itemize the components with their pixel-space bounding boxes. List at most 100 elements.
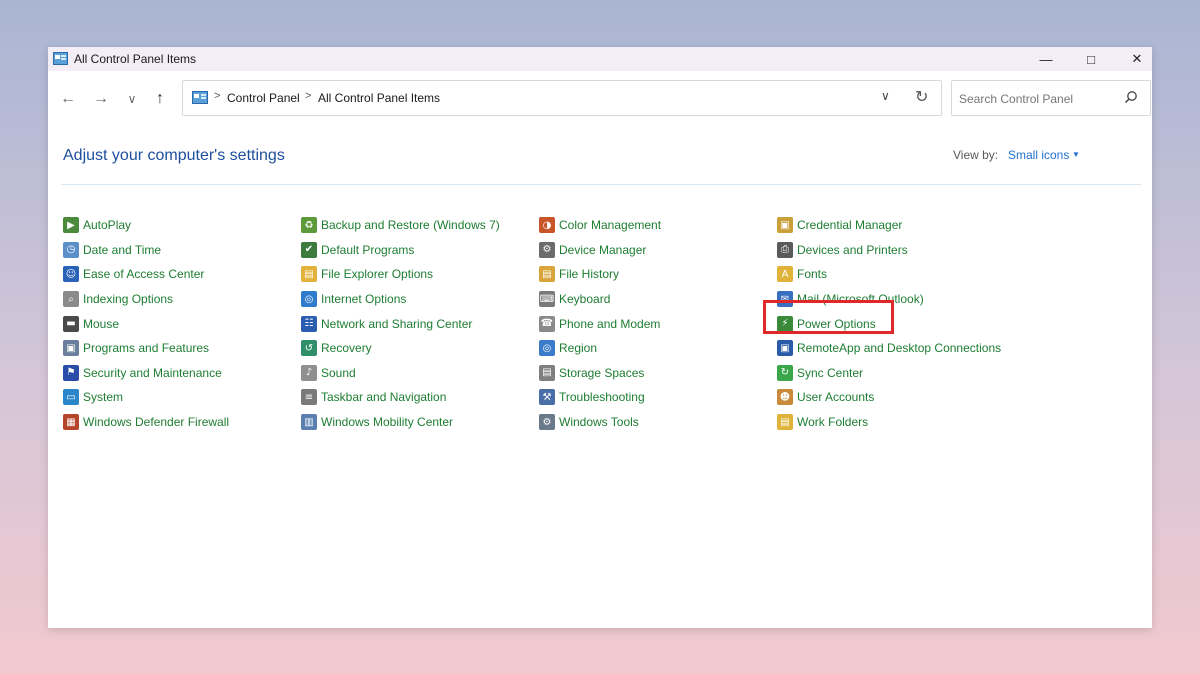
item-label[interactable]: Mouse xyxy=(83,317,119,331)
address-bar[interactable]: > Control Panel > All Control Panel Item… xyxy=(182,80,942,116)
item-windows-mobility-center[interactable]: ▥ Windows Mobility Center xyxy=(301,410,500,435)
item-autoplay[interactable]: ▶ AutoPlay xyxy=(63,213,229,238)
item-label[interactable]: Date and Time xyxy=(83,243,161,257)
item-label[interactable]: RemoteApp and Desktop Connections xyxy=(797,341,1001,355)
maximize-button[interactable]: □ xyxy=(1068,47,1114,71)
item-system[interactable]: ▭ System xyxy=(63,385,229,410)
item-sound[interactable]: ♪ Sound xyxy=(301,361,500,386)
item-label[interactable]: Default Programs xyxy=(321,243,414,257)
item-label[interactable]: Devices and Printers xyxy=(797,243,908,257)
item-taskbar-and-navigation[interactable]: ≡ Taskbar and Navigation xyxy=(301,385,500,410)
item-ease-of-access-center[interactable]: ☺ Ease of Access Center xyxy=(63,262,229,287)
recent-locations-button[interactable]: ∨ xyxy=(120,87,144,111)
item-recovery[interactable]: ↺ Recovery xyxy=(301,336,500,361)
item-label[interactable]: Windows Tools xyxy=(559,415,639,429)
item-label[interactable]: AutoPlay xyxy=(83,218,131,232)
item-label[interactable]: Credential Manager xyxy=(797,218,902,232)
item-label[interactable]: Sound xyxy=(321,366,356,380)
autoplay-icon: ▶ xyxy=(63,217,79,234)
fonts-icon: A xyxy=(777,266,793,283)
item-file-explorer-options[interactable]: ▤ File Explorer Options xyxy=(301,262,500,287)
item-label[interactable]: Sync Center xyxy=(797,366,863,380)
search-icon[interactable] xyxy=(1124,90,1138,104)
device-manager-icon: ⚙ xyxy=(539,241,555,258)
up-button[interactable]: ↑ xyxy=(148,87,172,111)
breadcrumb-all-items[interactable]: All Control Panel Items xyxy=(318,91,440,105)
control-panel-icon xyxy=(53,52,68,65)
item-default-programs[interactable]: ✔ Default Programs xyxy=(301,238,500,263)
item-label[interactable]: Region xyxy=(559,341,597,355)
item-remoteapp-and-desktop-connections[interactable]: ▣ RemoteApp and Desktop Connections xyxy=(777,336,1001,361)
item-label[interactable]: Recovery xyxy=(321,341,372,355)
item-label[interactable]: Phone and Modem xyxy=(559,317,660,331)
caret-down-icon[interactable]: ▼ xyxy=(1072,150,1080,159)
item-troubleshooting[interactable]: ⚒ Troubleshooting xyxy=(539,385,661,410)
item-security-and-maintenance[interactable]: ⚑ Security and Maintenance xyxy=(63,361,229,386)
item-date-and-time[interactable]: ◷ Date and Time xyxy=(63,238,229,263)
default-programs-icon: ✔ xyxy=(301,241,317,258)
item-user-accounts[interactable]: ☻ User Accounts xyxy=(777,385,1001,410)
item-file-history[interactable]: ▤ File History xyxy=(539,262,661,287)
item-keyboard[interactable]: ⌨ Keyboard xyxy=(539,287,661,312)
close-icon: ✕ xyxy=(1131,51,1143,66)
item-label[interactable]: Keyboard xyxy=(559,292,610,306)
item-network-and-sharing-center[interactable]: ☷ Network and Sharing Center xyxy=(301,311,500,336)
forward-button[interactable]: → xyxy=(89,87,113,111)
item-label[interactable]: Color Management xyxy=(559,218,661,232)
folder-icon: ▤ xyxy=(301,266,317,283)
item-backup-and-restore-windows-7[interactable]: ♻ Backup and Restore (Windows 7) xyxy=(301,213,500,238)
item-label[interactable]: Troubleshooting xyxy=(559,390,645,404)
item-label[interactable]: Internet Options xyxy=(321,292,406,306)
item-label[interactable]: Programs and Features xyxy=(83,341,209,355)
close-button[interactable]: ✕ xyxy=(1114,47,1160,71)
item-label[interactable]: Storage Spaces xyxy=(559,366,644,380)
item-color-management[interactable]: ◑ Color Management xyxy=(539,213,661,238)
item-label[interactable]: User Accounts xyxy=(797,390,874,404)
item-label[interactable]: System xyxy=(83,390,123,404)
item-internet-options[interactable]: ◎ Internet Options xyxy=(301,287,500,312)
item-label[interactable]: File History xyxy=(559,267,619,281)
item-label[interactable]: Fonts xyxy=(797,267,827,281)
search-box[interactable]: Search Control Panel xyxy=(951,80,1151,116)
item-mouse[interactable]: ▬ Mouse xyxy=(63,311,229,336)
item-storage-spaces[interactable]: ▤ Storage Spaces xyxy=(539,361,661,386)
view-by-dropdown[interactable]: Small icons xyxy=(1008,148,1069,162)
user-accounts-icon: ☻ xyxy=(777,389,793,406)
item-label[interactable]: Work Folders xyxy=(797,415,868,429)
control-panel-icon xyxy=(192,91,208,104)
refresh-icon[interactable]: ↻ xyxy=(915,87,928,107)
breadcrumb-control-panel[interactable]: Control Panel xyxy=(227,91,300,105)
view-by-label: View by: xyxy=(953,148,999,162)
minimize-button[interactable]: — xyxy=(1023,47,1069,71)
chevron-down-icon: ∨ xyxy=(127,92,137,106)
item-label[interactable]: Ease of Access Center xyxy=(83,267,204,281)
title-bar: All Control Panel Items — □ ✕ xyxy=(48,47,1152,71)
item-work-folders[interactable]: ▤ Work Folders xyxy=(777,410,1001,435)
item-label[interactable]: Indexing Options xyxy=(83,292,173,306)
monitor-icon: ▭ xyxy=(63,389,79,406)
item-label[interactable]: Device Manager xyxy=(559,243,646,257)
item-credential-manager[interactable]: ▣ Credential Manager xyxy=(777,213,1001,238)
item-windows-tools[interactable]: ⚙ Windows Tools xyxy=(539,410,661,435)
item-label[interactable]: Security and Maintenance xyxy=(83,366,222,380)
ease-of-access-icon: ☺ xyxy=(63,266,79,283)
item-label[interactable]: Windows Defender Firewall xyxy=(83,415,229,429)
item-label[interactable]: Network and Sharing Center xyxy=(321,317,472,331)
address-dropdown-icon[interactable]: ∨ xyxy=(881,89,890,103)
item-region[interactable]: ◎ Region xyxy=(539,336,661,361)
item-device-manager[interactable]: ⚙ Device Manager xyxy=(539,238,661,263)
item-label[interactable]: Taskbar and Navigation xyxy=(321,390,446,404)
item-phone-and-modem[interactable]: ☎ Phone and Modem xyxy=(539,311,661,336)
item-windows-defender-firewall[interactable]: ▦ Windows Defender Firewall xyxy=(63,410,229,435)
item-programs-and-features[interactable]: ▣ Programs and Features xyxy=(63,336,229,361)
item-devices-and-printers[interactable]: ⎙ Devices and Printers xyxy=(777,238,1001,263)
item-label[interactable]: File Explorer Options xyxy=(321,267,433,281)
item-label[interactable]: Backup and Restore (Windows 7) xyxy=(321,218,500,232)
back-button[interactable]: ← xyxy=(56,87,80,111)
item-fonts[interactable]: A Fonts xyxy=(777,262,1001,287)
items-column-3: ◑ Color Management ⚙ Device Manager ▤ File Hi… xyxy=(539,213,661,434)
item-indexing-options[interactable]: ⌕ Indexing Options xyxy=(63,287,229,312)
item-label[interactable]: Windows Mobility Center xyxy=(321,415,453,429)
item-sync-center[interactable]: ↻ Sync Center xyxy=(777,361,1001,386)
indexing-icon: ⌕ xyxy=(63,291,79,308)
